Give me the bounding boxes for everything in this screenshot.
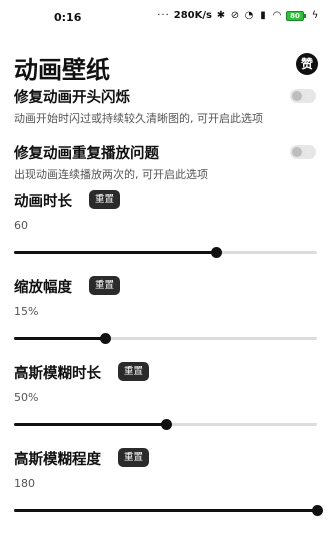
setting-title: 动画时长	[14, 194, 72, 210]
setting-value: 60	[14, 219, 28, 232]
reset-button[interactable]: 重置	[118, 448, 150, 467]
setting-scale-amount: 缩放幅度 重置 15%	[0, 272, 330, 358]
setting-title: 高斯模糊程度	[14, 452, 101, 468]
sponsor-button[interactable]: 赞	[296, 53, 318, 75]
reset-button[interactable]: 重置	[89, 190, 121, 209]
status-time: 0:16	[54, 11, 82, 24]
battery-level: 80	[286, 10, 304, 21]
reset-button[interactable]: 重置	[89, 276, 121, 295]
page-title: 动画壁纸	[14, 56, 110, 84]
setting-fix-flicker[interactable]: 修复动画开头闪烁 动画开始时闪过或持续较久清晰图的, 可开启此选项	[0, 86, 330, 130]
setting-value: 50%	[14, 391, 39, 404]
setting-value: 180	[14, 477, 35, 490]
setting-title: 高斯模糊时长	[14, 366, 101, 382]
fix-flicker-switch[interactable]	[290, 89, 316, 103]
reset-button[interactable]: 重置	[118, 362, 150, 381]
bluetooth-icon: ✱	[216, 9, 226, 21]
setting-fix-repeat[interactable]: 修复动画重复播放问题 出现动画连续播放两次的, 可开启此选项	[0, 130, 330, 186]
setting-title: 缩放幅度	[14, 280, 72, 296]
wifi-icon: ◠	[272, 9, 282, 21]
setting-description: 动画开始时闪过或持续较久清晰图的, 可开启此选项	[14, 112, 263, 125]
slider-thumb[interactable]	[99, 333, 111, 344]
battery-icon: 80	[286, 10, 306, 21]
status-icons: ··· 280K/s ✱ ⊘ ◔ ▮ ◠ 80 ϟ	[157, 10, 320, 21]
network-speed: 280K/s	[173, 10, 212, 21]
setting-blur-duration: 高斯模糊时长 重置 50%	[0, 358, 330, 444]
fix-repeat-switch[interactable]	[290, 145, 316, 159]
settings-list[interactable]: 修复动画开头闪烁 动画开始时闪过或持续较久清晰图的, 可开启此选项 修复动画重复…	[0, 86, 330, 550]
app-header: 动画壁纸 赞	[0, 46, 330, 90]
setting-animation-duration: 动画时长 重置 60	[0, 186, 330, 272]
setting-blur-strength: 高斯模糊程度 重置 180	[0, 444, 330, 530]
setting-title: 修复动画开头闪烁	[14, 90, 130, 106]
blur-duration-slider[interactable]	[14, 419, 317, 430]
status-bar: 0:16 ··· 280K/s ✱ ⊘ ◔ ▮ ◠ 80 ϟ	[0, 0, 330, 34]
blur-strength-slider[interactable]	[14, 505, 323, 516]
animation-duration-slider[interactable]	[14, 247, 317, 258]
scale-amount-slider[interactable]	[14, 333, 317, 344]
setting-title: 修复动画重复播放问题	[14, 146, 159, 162]
notification-dots: ···	[157, 10, 170, 21]
clock-icon: ◔	[244, 9, 254, 21]
alarm-icon: ⊘	[230, 9, 240, 21]
setting-value: 15%	[14, 305, 39, 318]
setting-description: 出现动画连续播放两次的, 可开启此选项	[14, 168, 208, 181]
slider-thumb[interactable]	[211, 247, 223, 258]
slider-thumb[interactable]	[312, 505, 323, 516]
charging-icon: ϟ	[311, 9, 319, 21]
signal-icon: ▮	[260, 9, 266, 21]
slider-thumb[interactable]	[160, 419, 172, 430]
